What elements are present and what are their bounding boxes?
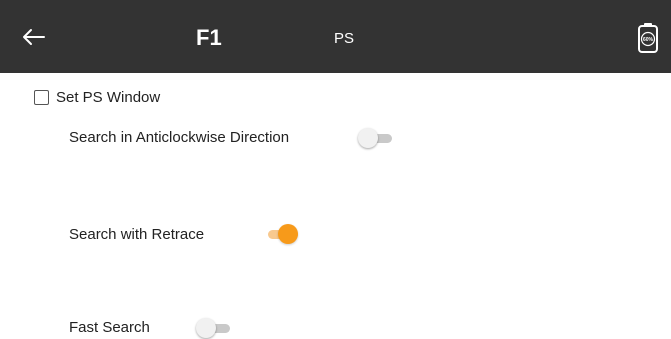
retrace-label: Search with Retrace — [69, 226, 205, 243]
arrow-left-icon — [23, 29, 45, 45]
set-ps-window-checkbox-row[interactable]: Set PS Window — [34, 89, 160, 106]
app-bar: F1 PS 60% — [0, 0, 671, 73]
set-ps-window-checkbox[interactable] — [34, 90, 49, 105]
anticlockwise-toggle[interactable] — [358, 127, 394, 149]
page-title: F1 — [196, 25, 222, 50]
back-button[interactable] — [20, 25, 50, 49]
fast-search-label: Fast Search — [69, 319, 150, 336]
fast-search-toggle[interactable] — [196, 317, 232, 339]
battery-level: 60% — [643, 37, 654, 43]
set-ps-window-label: Set PS Window — [56, 89, 161, 106]
battery-icon: 60% — [638, 23, 658, 53]
anticlockwise-label: Search in Anticlockwise Direction — [69, 129, 290, 146]
retrace-toggle[interactable] — [264, 223, 300, 245]
page-subtitle: PS — [334, 30, 355, 47]
settings-panel: Set PS Window Search in Anticlockwise Di… — [0, 73, 671, 338]
